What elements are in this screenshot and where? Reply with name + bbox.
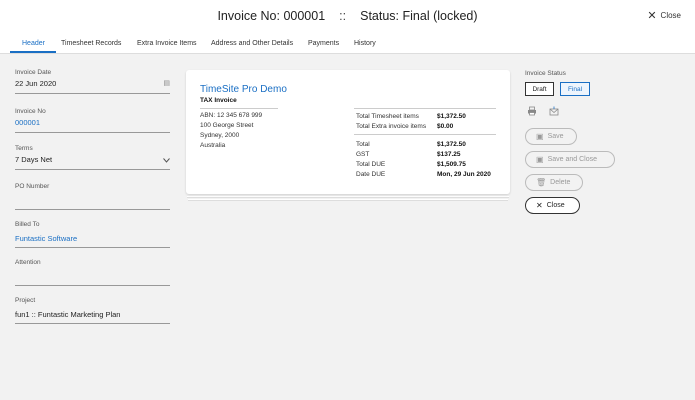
title-separator: ::: [339, 9, 347, 23]
project-label: Project: [15, 297, 36, 304]
save-button[interactable]: ▣ Save: [525, 128, 577, 145]
address-line: Sydney, 2000: [200, 132, 240, 139]
project-value[interactable]: fun1 :: Funtastic Marketing Plan: [15, 310, 120, 319]
summary-label: GST: [356, 151, 370, 158]
billed-to-value[interactable]: Funtastic Software: [15, 234, 77, 243]
tab-address-and-other-details[interactable]: Address and Other Details: [211, 40, 293, 47]
paper-stack-edge: [188, 199, 508, 201]
invoice-date-value[interactable]: 22 Jun 2020: [15, 79, 56, 88]
summary-value: $137.25: [437, 151, 461, 158]
close-icon: ✕: [536, 201, 543, 210]
invoice-no-label: Invoice No: [15, 108, 46, 115]
billed-to-label: Billed To: [15, 221, 40, 228]
summary-label: Total: [356, 141, 370, 148]
invoice-number-title: Invoice No: 000001: [217, 9, 326, 23]
invoice-preview: TimeSite Pro Demo TAX Invoice ABN: 12 34…: [186, 70, 510, 194]
attention-underline: [15, 285, 170, 286]
close-icon: ✕: [647, 9, 657, 22]
invoice-date-field[interactable]: Invoice Date 22 Jun 2020 ▤: [15, 69, 170, 94]
summary-label: Total Extra invoice items: [356, 123, 427, 130]
close-dialog-button[interactable]: ✕ Close: [647, 9, 681, 22]
invoice-status-title: Status: Final (locked): [360, 9, 478, 23]
terms-label: Terms: [15, 145, 33, 152]
address-divider: [200, 108, 278, 109]
attention-field[interactable]: Attention: [15, 259, 170, 286]
dialog-header: Invoice No: 000001:: Status: Final (locke…: [0, 0, 695, 34]
summary-value: Mon, 29 Jun 2020: [437, 171, 491, 178]
billed-to-field[interactable]: Billed To Funtastic Software: [15, 221, 170, 248]
summary-label: Date DUE: [356, 171, 386, 178]
invoice-no-value[interactable]: 000001: [15, 118, 40, 127]
invoice-no-field[interactable]: Invoice No 000001: [15, 108, 170, 133]
summary-divider: [354, 108, 496, 109]
save-and-close-button[interactable]: ▣ Save and Close: [525, 151, 615, 168]
trash-icon: 🗑: [536, 178, 547, 187]
email-icon[interactable]: [549, 106, 559, 116]
chevron-down-icon[interactable]: [163, 158, 170, 163]
tab-bar: Header Timesheet Records Extra Invoice I…: [0, 34, 695, 54]
invoice-date-underline: [15, 93, 170, 94]
summary-value: $1,372.50: [437, 141, 466, 148]
save-label: Save: [547, 133, 564, 140]
delete-button[interactable]: 🗑 Delete: [525, 174, 583, 191]
calendar-icon[interactable]: ▤: [163, 79, 170, 87]
document-type: TAX Invoice: [200, 97, 237, 104]
close-dialog-label: Close: [660, 11, 681, 20]
attention-label: Attention: [15, 259, 41, 266]
project-underline: [15, 323, 170, 324]
po-number-label: PO Number: [15, 183, 50, 190]
invoice-date-label: Invoice Date: [15, 69, 52, 76]
delete-label: Delete: [550, 179, 571, 186]
summary-label: Total Timesheet items: [356, 113, 419, 120]
invoice-no-underline: [15, 132, 170, 133]
summary-value: $1,509.75: [437, 161, 466, 168]
final-status-button[interactable]: Final: [560, 82, 590, 96]
save-icon: ▣: [536, 132, 544, 141]
close-button[interactable]: ✕ Close: [525, 197, 580, 214]
summary-value: $0.00: [437, 123, 454, 130]
summary-value: $1,372.50: [437, 113, 466, 120]
dialog-title: Invoice No: 000001:: Status: Final (locke…: [0, 9, 695, 23]
tab-timesheet-records[interactable]: Timesheet Records: [61, 40, 121, 47]
project-field[interactable]: Project fun1 :: Funtastic Marketing Plan: [15, 297, 170, 324]
tab-history[interactable]: History: [354, 40, 376, 47]
po-number-underline: [15, 209, 170, 210]
summary-label: Total DUE: [356, 161, 386, 168]
active-tab-indicator: [10, 51, 56, 53]
paper-stack-edge: [187, 196, 509, 198]
tab-extra-invoice-items[interactable]: Extra Invoice Items: [137, 40, 197, 47]
save-and-close-label: Save and Close: [547, 156, 597, 163]
draft-status-button[interactable]: Draft: [525, 82, 554, 96]
billed-to-underline: [15, 247, 170, 248]
terms-field[interactable]: Terms 7 Days Net: [15, 145, 170, 170]
invoice-status-label: Invoice Status: [525, 70, 566, 77]
terms-value[interactable]: 7 Days Net: [15, 155, 52, 164]
po-number-field[interactable]: PO Number: [15, 183, 170, 210]
company-name: TimeSite Pro Demo: [200, 84, 287, 95]
tab-payments[interactable]: Payments: [308, 40, 339, 47]
tab-header[interactable]: Header: [22, 40, 45, 47]
summary-divider: [354, 134, 496, 135]
address-line: 100 George Street: [200, 122, 254, 129]
print-icon[interactable]: [527, 106, 537, 116]
terms-underline: [15, 169, 170, 170]
save-icon: ▣: [536, 155, 544, 164]
address-line: Australia: [200, 142, 226, 149]
address-line: ABN: 12 345 678 999: [200, 112, 263, 119]
close-label: Close: [546, 202, 565, 209]
